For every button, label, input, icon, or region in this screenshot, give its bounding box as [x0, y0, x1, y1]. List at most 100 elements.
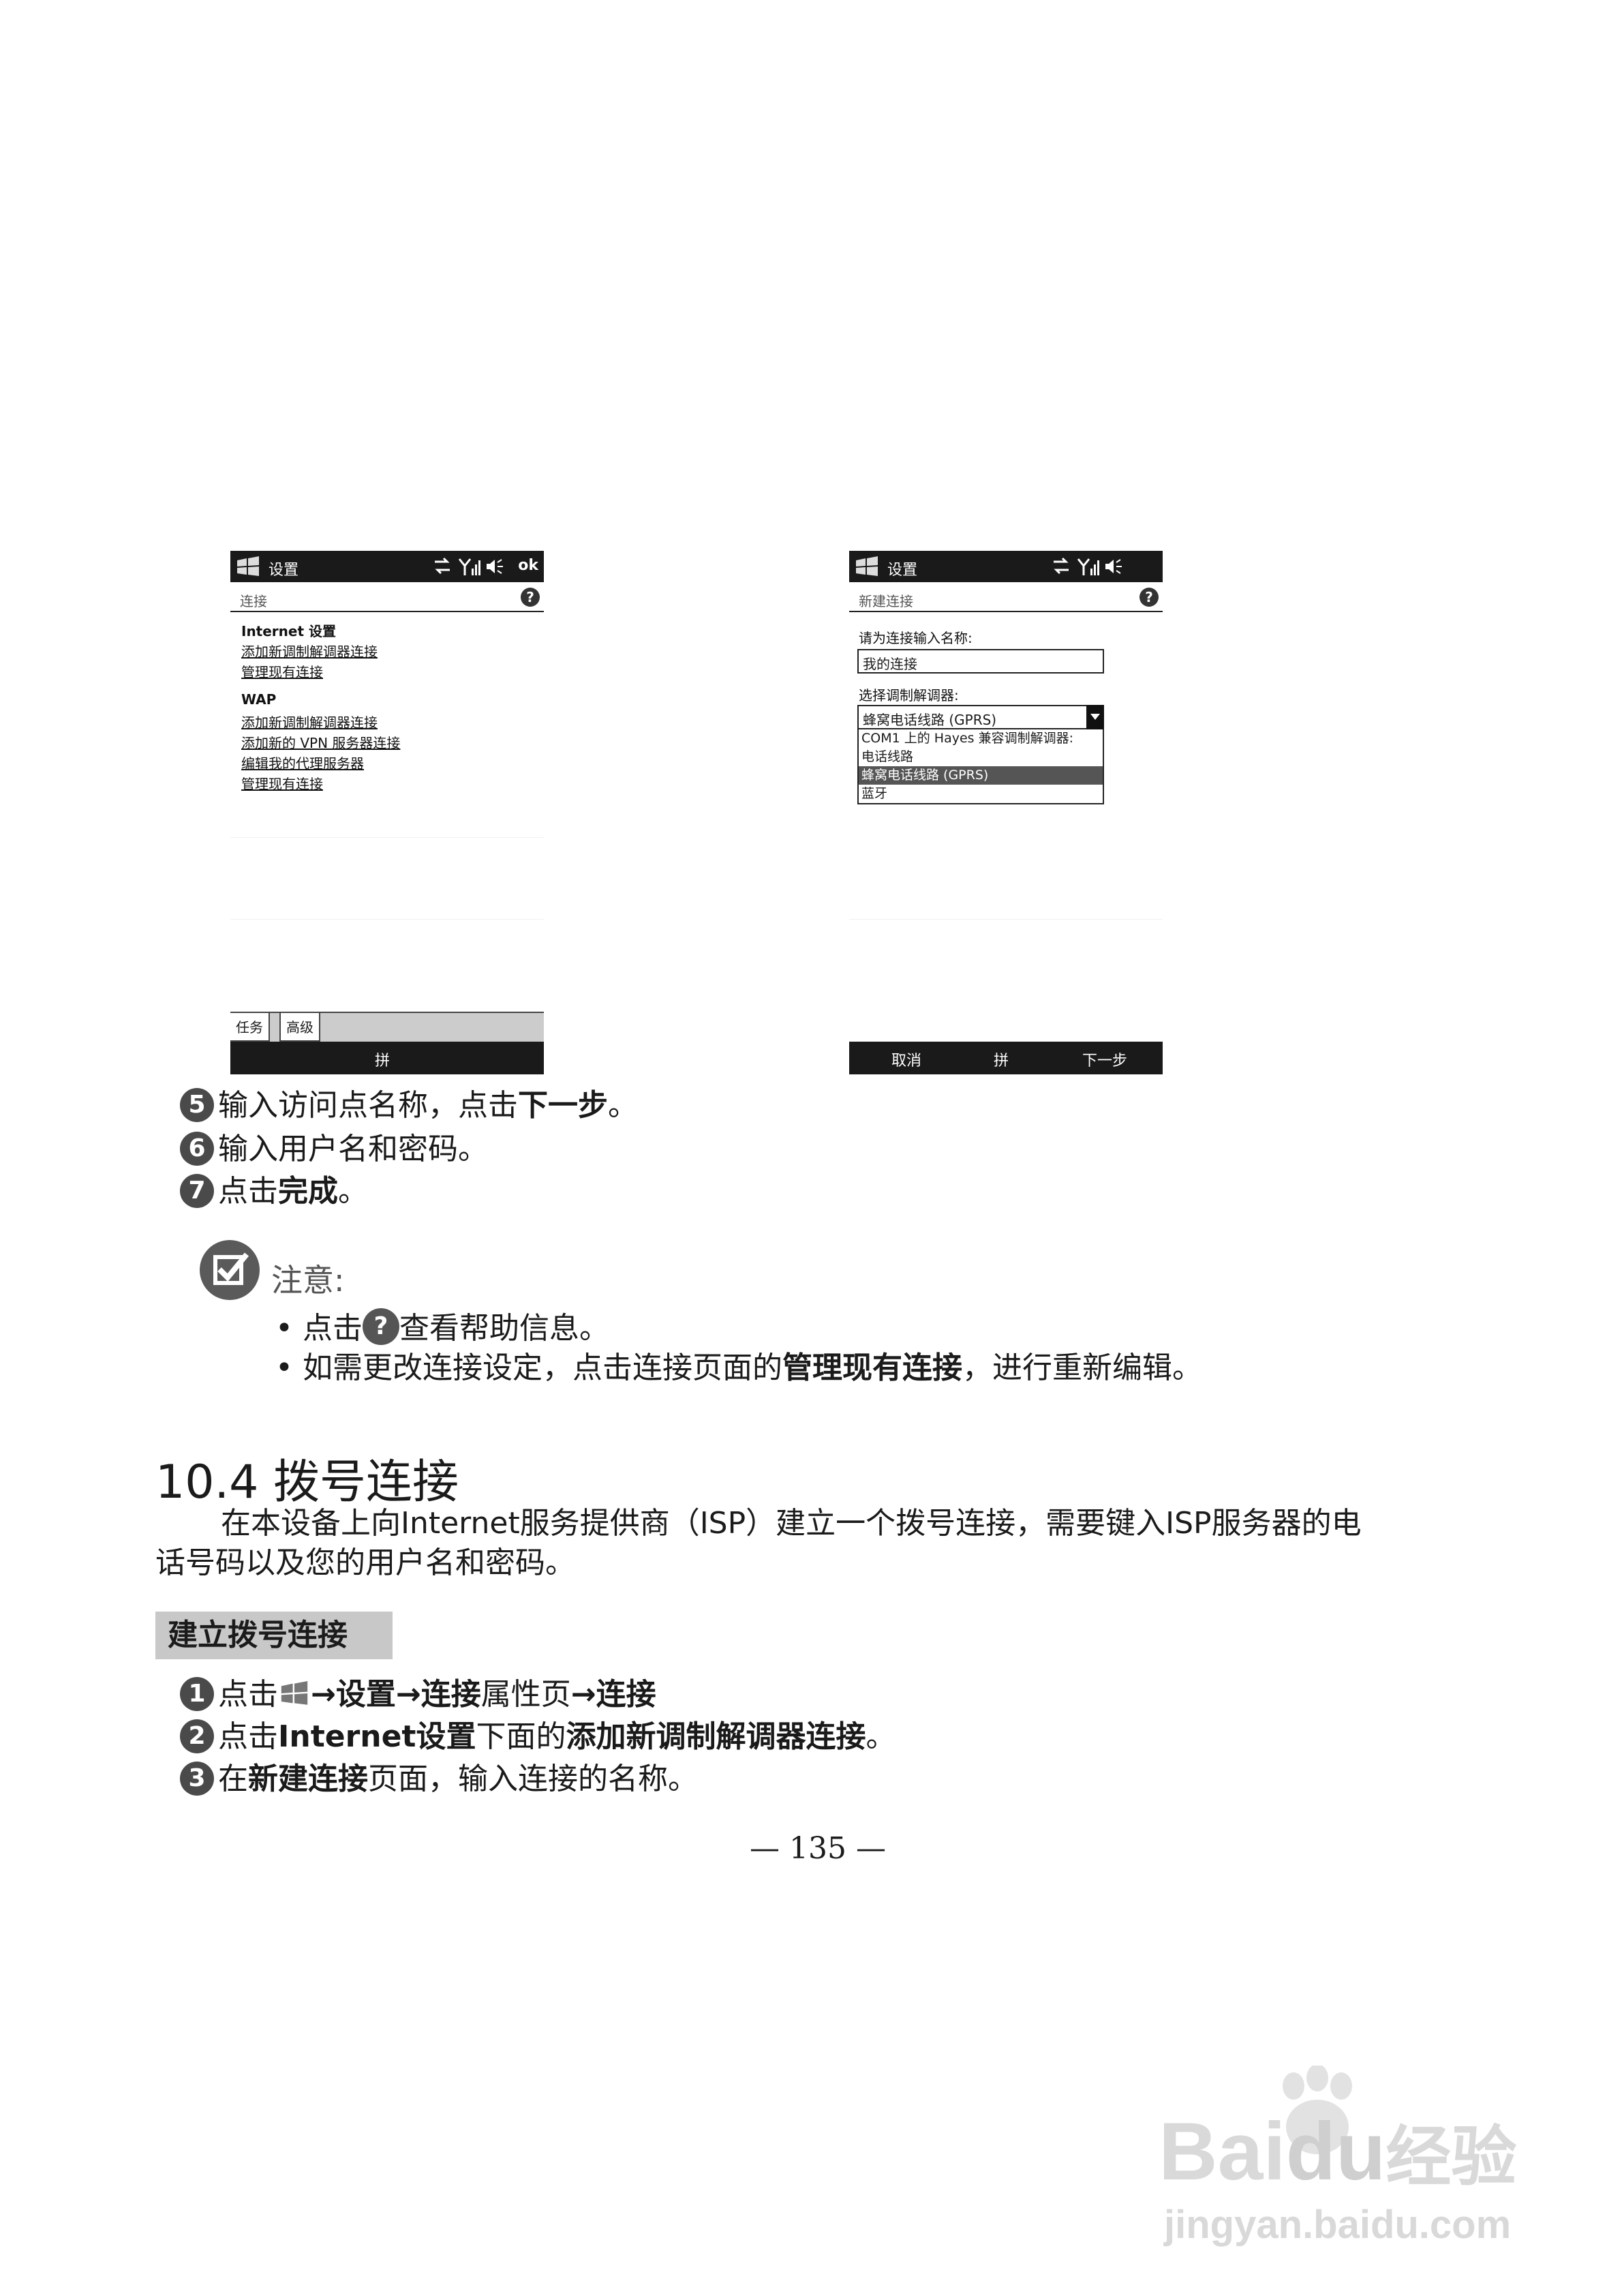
divider: [230, 837, 544, 838]
step-1: 1 点击 →设置→连接属性页→连接: [180, 1676, 656, 1714]
step-number: 7: [180, 1174, 214, 1208]
paragraph-line-1: 在本设备上向Internet服务提供商（ISP）建立一个拨号连接，需要键入ISP…: [221, 1506, 1362, 1541]
step-number: 5: [180, 1088, 214, 1122]
link-wap-add-modem-connection[interactable]: 添加新调制解调器连接: [241, 712, 378, 731]
title-text: 设置: [887, 562, 918, 579]
step-bold: 完成: [278, 1174, 338, 1209]
step-number: 2: [180, 1719, 214, 1753]
arrow: →: [570, 1677, 596, 1712]
page-header: 连接 ?: [230, 584, 544, 612]
link-wap-edit-proxy[interactable]: 编辑我的代理服务器: [241, 753, 364, 772]
title-text: 设置: [269, 562, 299, 579]
help-icon[interactable]: ?: [521, 588, 540, 607]
menu-bar: 拼: [230, 1042, 544, 1074]
note-bullet-1: • 点击? 查看帮助信息。: [275, 1303, 609, 1347]
modem-select[interactable]: 蜂窝电话线路 (GPRS): [857, 705, 1104, 729]
title-bar: 设置 ok: [230, 551, 544, 582]
screenshot-new-connection: 设置 新建连接 ? 请为连接输入名称: 我的连接 选择调制解调器: 蜂窝电话线路…: [849, 551, 1163, 1074]
arrow: →: [311, 1677, 336, 1712]
bullet-dot: •: [275, 1350, 303, 1385]
step-bold: 连接: [596, 1677, 656, 1712]
subheading: 建立拨号连接: [155, 1612, 393, 1659]
modem-option[interactable]: 电话线路: [859, 748, 1103, 766]
modem-option[interactable]: 蓝牙: [859, 785, 1103, 803]
note-title: 注意:: [271, 1262, 345, 1299]
modem-option-selected[interactable]: 蜂窝电话线路 (GPRS): [859, 766, 1103, 785]
windows-start-icon[interactable]: [234, 555, 262, 578]
modem-option[interactable]: COM1 上的 Hayes 兼容调制解调器:: [859, 729, 1103, 748]
volume-icon: [1105, 559, 1122, 574]
tab-strip: 任务 高级: [230, 1012, 544, 1043]
modem-prompt-label: 选择调制解调器:: [859, 687, 959, 704]
next-button[interactable]: 下一步: [1082, 1048, 1127, 1070]
note-bold: 管理现有连接: [782, 1350, 962, 1385]
name-prompt-label: 请为连接输入名称:: [859, 630, 973, 646]
note-text: 如需更改连接设定，点击连接页面的: [302, 1350, 782, 1385]
step-bold: 添加新调制解调器连接: [566, 1719, 866, 1754]
step-text: 。: [608, 1088, 638, 1123]
note-text: 点击: [302, 1311, 363, 1346]
step-text: 点击: [218, 1174, 278, 1209]
note-bullet-2: • 如需更改连接设定，点击连接页面的管理现有连接，进行重新编辑。: [275, 1343, 1202, 1387]
modem-select-value: 蜂窝电话线路 (GPRS): [863, 712, 997, 728]
volume-icon: [487, 559, 503, 574]
step-text: 输入用户名和密码。: [218, 1132, 488, 1166]
step-text: 下面的: [476, 1719, 566, 1754]
chevron-down-icon[interactable]: [1086, 705, 1104, 729]
bullet-dot: •: [275, 1311, 303, 1346]
page-header: 新建连接 ?: [849, 584, 1163, 612]
screenshot-connections: 设置 ok 连接 ? Internet 设置 添加新调制解调器连接 管理现有连接…: [230, 551, 544, 1074]
step-number: 1: [180, 1677, 214, 1711]
divider: [849, 919, 1163, 920]
step-text: 页面，输入连接的名称。: [368, 1762, 698, 1796]
link-wap-manage-connections[interactable]: 管理现有连接: [241, 773, 323, 793]
step-bold: 连接: [420, 1677, 481, 1712]
modem-dropdown-list: COM1 上的 Hayes 兼容调制解调器: 电话线路 蜂窝电话线路 (GPRS…: [857, 729, 1104, 804]
cancel-button[interactable]: 取消: [891, 1048, 921, 1070]
menu-input-button[interactable]: 拼: [994, 1048, 1009, 1070]
note-text: 查看帮助信息。: [399, 1311, 609, 1346]
menu-input-button[interactable]: 拼: [375, 1048, 390, 1070]
page-number: — 135 —: [750, 1831, 886, 1866]
page-header-label: 新建连接: [859, 593, 913, 609]
watermark-url: jingyan.baidu.com: [1164, 2203, 1512, 2247]
connectivity-icon: [435, 557, 450, 575]
help-icon: ?: [362, 1308, 399, 1345]
internet-settings-heading: Internet 设置: [241, 623, 336, 639]
arrow: →: [395, 1677, 421, 1712]
section-heading: 10.4 拨号连接: [155, 1455, 459, 1509]
link-add-modem-connection[interactable]: 添加新调制解调器连接: [241, 641, 378, 661]
step-3: 3 在新建连接页面，输入连接的名称。: [180, 1760, 698, 1798]
connectivity-icon: [1054, 557, 1069, 575]
link-manage-connections[interactable]: 管理现有连接: [241, 661, 323, 681]
ok-button[interactable]: ok: [518, 557, 538, 574]
watermark-brand: Bai: [1159, 2106, 1286, 2197]
tab-tasks[interactable]: 任务: [230, 1013, 270, 1042]
step-text: 。: [338, 1174, 368, 1209]
step-7: 7 点击完成。: [180, 1173, 368, 1211]
step-2: 2 点击Internet设置下面的添加新调制解调器连接。: [180, 1718, 896, 1756]
step-bold: Internet设置: [278, 1719, 476, 1754]
help-icon[interactable]: ?: [1139, 588, 1159, 607]
signal-icon: [1077, 558, 1099, 575]
windows-start-icon[interactable]: [853, 555, 881, 578]
signal-icon: [458, 558, 480, 575]
link-wap-add-vpn[interactable]: 添加新的 VPN 服务器连接: [241, 732, 400, 752]
title-bar: 设置: [849, 551, 1163, 582]
page-header-label: 连接: [240, 593, 267, 609]
watermark-logo: Baidu经验: [1159, 2104, 1516, 2199]
windows-start-icon: [281, 1681, 308, 1705]
tab-advanced[interactable]: 高级: [279, 1013, 320, 1042]
step-text: 。: [866, 1719, 896, 1754]
step-bold: 设置: [335, 1677, 396, 1712]
checkbox-icon: [200, 1240, 260, 1300]
step-bold: 下一步: [518, 1088, 608, 1123]
step-text: 点击: [218, 1677, 278, 1712]
step-bold: 新建连接: [248, 1762, 368, 1796]
step-text: 点击: [218, 1719, 278, 1754]
watermark-brand: 经验: [1386, 2121, 1517, 2194]
step-number: 3: [180, 1762, 214, 1796]
connection-name-input[interactable]: 我的连接: [857, 649, 1104, 674]
step-6: 6 输入用户名和密码。: [180, 1130, 488, 1168]
paragraph-line-2: 话号码以及您的用户名和密码。: [155, 1545, 575, 1580]
